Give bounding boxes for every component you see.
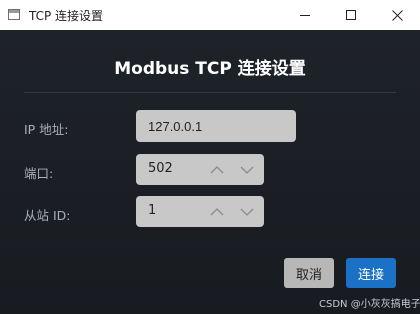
heading-divider: [24, 92, 396, 93]
dialog-body: Modbus TCP 连接设置 IP 地址: 端口: 502 从站 ID: 1 …: [0, 30, 420, 314]
port-label: 端口:: [24, 166, 54, 181]
slave-id-increment-button[interactable]: [204, 196, 230, 227]
chevron-down-icon: [240, 208, 254, 216]
minimize-icon: [299, 14, 310, 16]
port-spinbox[interactable]: 502: [136, 154, 264, 185]
slave-id-label: 从站 ID:: [24, 208, 71, 223]
slave-id-value[interactable]: 1: [148, 203, 156, 218]
ip-label: IP 地址:: [24, 122, 69, 137]
minimize-button[interactable]: [282, 0, 328, 30]
slave-id-spinbox[interactable]: 1: [136, 196, 264, 227]
connect-button[interactable]: 连接: [346, 258, 396, 288]
app-window-icon: [8, 9, 20, 20]
maximize-button[interactable]: [328, 0, 374, 30]
slave-id-decrement-button[interactable]: [234, 196, 260, 227]
window-title: TCP 连接设置: [29, 9, 104, 23]
close-button[interactable]: [374, 0, 420, 30]
chevron-up-icon: [210, 207, 224, 215]
window-titlebar: TCP 连接设置: [0, 0, 420, 30]
close-icon: [391, 9, 403, 21]
maximize-icon: [345, 9, 356, 20]
port-decrement-button[interactable]: [234, 154, 260, 185]
cancel-button[interactable]: 取消: [284, 258, 334, 288]
ip-address-field[interactable]: [136, 110, 296, 142]
port-value[interactable]: 502: [148, 161, 173, 176]
watermark-text: CSDN @小灰灰搞电子: [319, 299, 420, 310]
chevron-down-icon: [240, 166, 254, 174]
dialog-heading: Modbus TCP 连接设置: [114, 59, 306, 79]
chevron-up-icon: [210, 165, 224, 173]
port-increment-button[interactable]: [204, 154, 230, 185]
